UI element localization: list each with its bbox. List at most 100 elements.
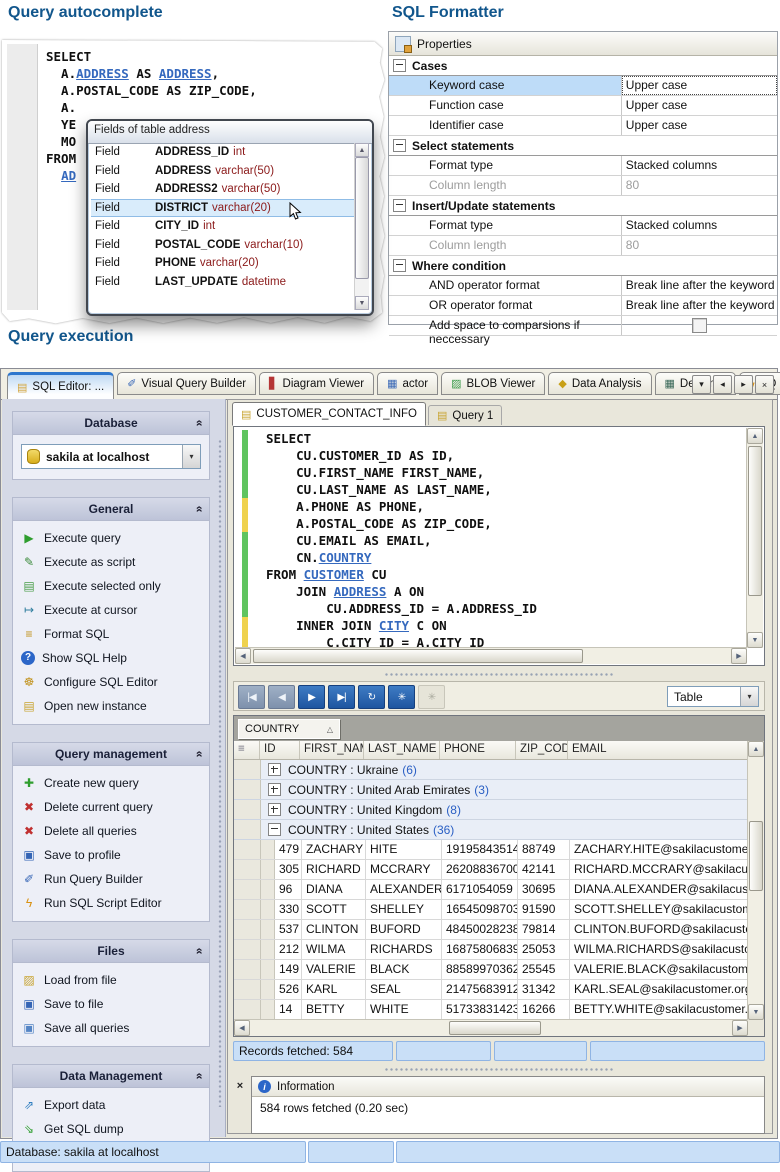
sidebar-section-header[interactable]: General»	[13, 498, 209, 521]
property-value[interactable]: 80	[622, 236, 777, 255]
collapse-chevron-icon[interactable]: »	[192, 1073, 206, 1080]
collapse-box-icon[interactable]	[393, 199, 406, 212]
cell-first-name[interactable]: DIANA	[302, 880, 366, 899]
property-value[interactable]: Stacked columns	[622, 216, 777, 235]
column-header-first-name[interactable]: FIRST_NAME	[300, 741, 364, 759]
splitter[interactable]	[233, 670, 765, 678]
cell-first-name[interactable]: KARL	[302, 980, 366, 999]
property-row-add-space-to-comparsions-if-neccessary[interactable]: Add space to comparsions if neccessary	[389, 316, 777, 336]
property-row-format-type[interactable]: Format typeStacked columns	[389, 156, 777, 176]
property-group-header[interactable]: Where condition	[389, 256, 777, 276]
group-row-country-united-kingdom[interactable]: COUNTRY : United Kingdom(8)	[234, 800, 748, 820]
cell-last-name[interactable]: RICHARDS	[366, 940, 442, 959]
property-value[interactable]	[622, 316, 777, 335]
column-header-email[interactable]: EMAIL	[568, 741, 748, 759]
collapse-box-icon[interactable]	[393, 59, 406, 72]
cell-zip-code[interactable]: 42141	[518, 860, 570, 879]
cell-first-name[interactable]: BETTY	[302, 1000, 366, 1019]
column-header-id[interactable]: ID	[260, 741, 300, 759]
scrollbar-thumb[interactable]	[449, 1021, 541, 1035]
sidebar-item-export-data[interactable]: ⇗Export data	[13, 1093, 209, 1117]
sidebar-item-save-to-profile[interactable]: ▣Save to profile	[13, 843, 209, 867]
field-row[interactable]: FieldPHONEvarchar(20)	[91, 254, 354, 273]
column-header-last-name[interactable]: LAST_NAME	[364, 741, 440, 759]
property-group-header[interactable]: Insert/Update statements	[389, 196, 777, 216]
cell-phone[interactable]: 885899703621	[442, 960, 518, 979]
scroll-left-icon[interactable]: ◀	[234, 1020, 250, 1036]
property-value[interactable]: Stacked columns	[622, 156, 777, 175]
sidebar-section-header[interactable]: Database»	[13, 412, 209, 435]
table-row[interactable]: 479ZACHARYHITE19195843514288749ZACHARY.H…	[234, 840, 748, 860]
property-row-column-length[interactable]: Column length80	[389, 176, 777, 196]
cell-id[interactable]: 537	[275, 920, 302, 939]
property-group-header[interactable]: Select statements	[389, 136, 777, 156]
group-field-chip[interactable]: COUNTRY △	[238, 719, 340, 739]
cell-id[interactable]: 212	[275, 940, 302, 959]
chevron-down-icon[interactable]: ▾	[740, 687, 758, 706]
next-record-button[interactable]: ▶	[298, 685, 325, 709]
sql-code[interactable]: SELECT CU.CUSTOMER_ID AS ID, CU.FIRST_NA…	[266, 430, 744, 647]
sidebar-item-load-from-file[interactable]: ▨Load from file	[13, 968, 209, 992]
scroll-up-icon[interactable]: ▲	[747, 428, 763, 444]
field-row[interactable]: FieldADDRESS2varchar(50)	[91, 180, 354, 199]
sidebar-item-run-query-builder[interactable]: ✐Run Query Builder	[13, 867, 209, 891]
sidebar-item-open-new-instance[interactable]: ▤Open new instance	[13, 694, 209, 718]
field-row[interactable]: FieldDISTRICTvarchar(20)	[91, 199, 354, 218]
table-row[interactable]: 305RICHARDMCCRARY26208836700142141RICHAR…	[234, 860, 748, 880]
sidebar-item-show-sql-help[interactable]: ?Show SQL Help	[13, 646, 209, 670]
cell-zip-code[interactable]: 31342	[518, 980, 570, 999]
table-row[interactable]: 96DIANAALEXANDER617105405930695DIANA.ALE…	[234, 880, 748, 900]
cell-last-name[interactable]: BLACK	[366, 960, 442, 979]
table-row[interactable]: 212WILMARICHARDS16875806839725053WILMA.R…	[234, 940, 748, 960]
collapse-box-icon[interactable]	[393, 139, 406, 152]
tab-blob-viewer[interactable]: ▨BLOB Viewer	[441, 372, 545, 395]
query-tab-customer-contact-info[interactable]: ▤CUSTOMER_CONTACT_INFO	[232, 402, 426, 426]
close-icon[interactable]: ×	[232, 1078, 248, 1094]
cell-phone[interactable]: 168758068397	[442, 940, 518, 959]
expand-box-icon[interactable]	[268, 763, 281, 776]
field-row[interactable]: FieldPOSTAL_CODEvarchar(10)	[91, 236, 354, 255]
grid-vscrollbar[interactable]: ▲ ▼	[747, 741, 764, 1020]
cell-id[interactable]: 96	[275, 880, 302, 899]
collapse-chevron-icon[interactable]: »	[192, 751, 206, 758]
field-row[interactable]: FieldLAST_UPDATEdatetime	[91, 273, 354, 292]
cell-last-name[interactable]: BUFORD	[366, 920, 442, 939]
sidebar-item-delete-current-query[interactable]: ✖Delete current query	[13, 795, 209, 819]
scrollbar-thumb[interactable]	[748, 446, 762, 596]
expand-box-icon[interactable]	[268, 803, 281, 816]
sidebar-item-execute-selected-only[interactable]: ▤Execute selected only	[13, 574, 209, 598]
property-row-function-case[interactable]: Function caseUpper case	[389, 96, 777, 116]
cell-id[interactable]: 479	[275, 840, 302, 859]
grid-hscrollbar[interactable]: ◀ ▶	[234, 1019, 748, 1036]
sidebar-item-execute-query[interactable]: ▶Execute query	[13, 526, 209, 550]
table-row[interactable]: 537CLINTONBUFORD48450028238179814CLINTON…	[234, 920, 748, 940]
cell-last-name[interactable]: MCCRARY	[366, 860, 442, 879]
popup-scrollbar[interactable]: ▲ ▼	[354, 143, 369, 310]
cell-first-name[interactable]: VALERIE	[302, 960, 366, 979]
cell-phone[interactable]: 6171054059	[442, 880, 518, 899]
sidebar-splitter[interactable]	[218, 439, 222, 1107]
editor-hscrollbar[interactable]: ◀ ▶	[235, 647, 747, 664]
tab-sql-editor[interactable]: ▤SQL Editor: ...	[7, 372, 114, 400]
table-row[interactable]: 14BETTYWHITE51733831423516266BETTY.WHITE…	[234, 1000, 748, 1020]
fetch-all-button[interactable]: ✳	[388, 685, 415, 709]
tab-close-button[interactable]: ×	[755, 375, 774, 394]
cell-email[interactable]: DIANA.ALEXANDER@sakilacustomer.org	[570, 880, 748, 899]
field-row[interactable]: FieldADDRESSvarchar(50)	[91, 162, 354, 181]
collapse-box-icon[interactable]	[393, 259, 406, 272]
scrollbar-thumb[interactable]	[355, 157, 369, 279]
cell-email[interactable]: SCOTT.SHELLEY@sakilacustomer.org	[570, 900, 748, 919]
sidebar-item-format-sql[interactable]: ≡Format SQL	[13, 622, 209, 646]
property-value[interactable]: Break line after the keyword	[622, 296, 777, 315]
tab-dropdown-button[interactable]: ▾	[692, 375, 711, 394]
scroll-down-icon[interactable]: ▼	[748, 1004, 764, 1020]
cell-zip-code[interactable]: 79814	[518, 920, 570, 939]
cell-id[interactable]: 526	[275, 980, 302, 999]
splitter[interactable]	[233, 1065, 765, 1073]
collapse-box-icon[interactable]	[268, 823, 281, 836]
property-group-header[interactable]: Cases	[389, 56, 777, 76]
cell-id[interactable]: 149	[275, 960, 302, 979]
cell-zip-code[interactable]: 88749	[518, 840, 570, 859]
cell-email[interactable]: ZACHARY.HITE@sakilacustomer.org	[570, 840, 748, 859]
sidebar-item-run-sql-script-editor[interactable]: ϟRun SQL Script Editor	[13, 891, 209, 915]
